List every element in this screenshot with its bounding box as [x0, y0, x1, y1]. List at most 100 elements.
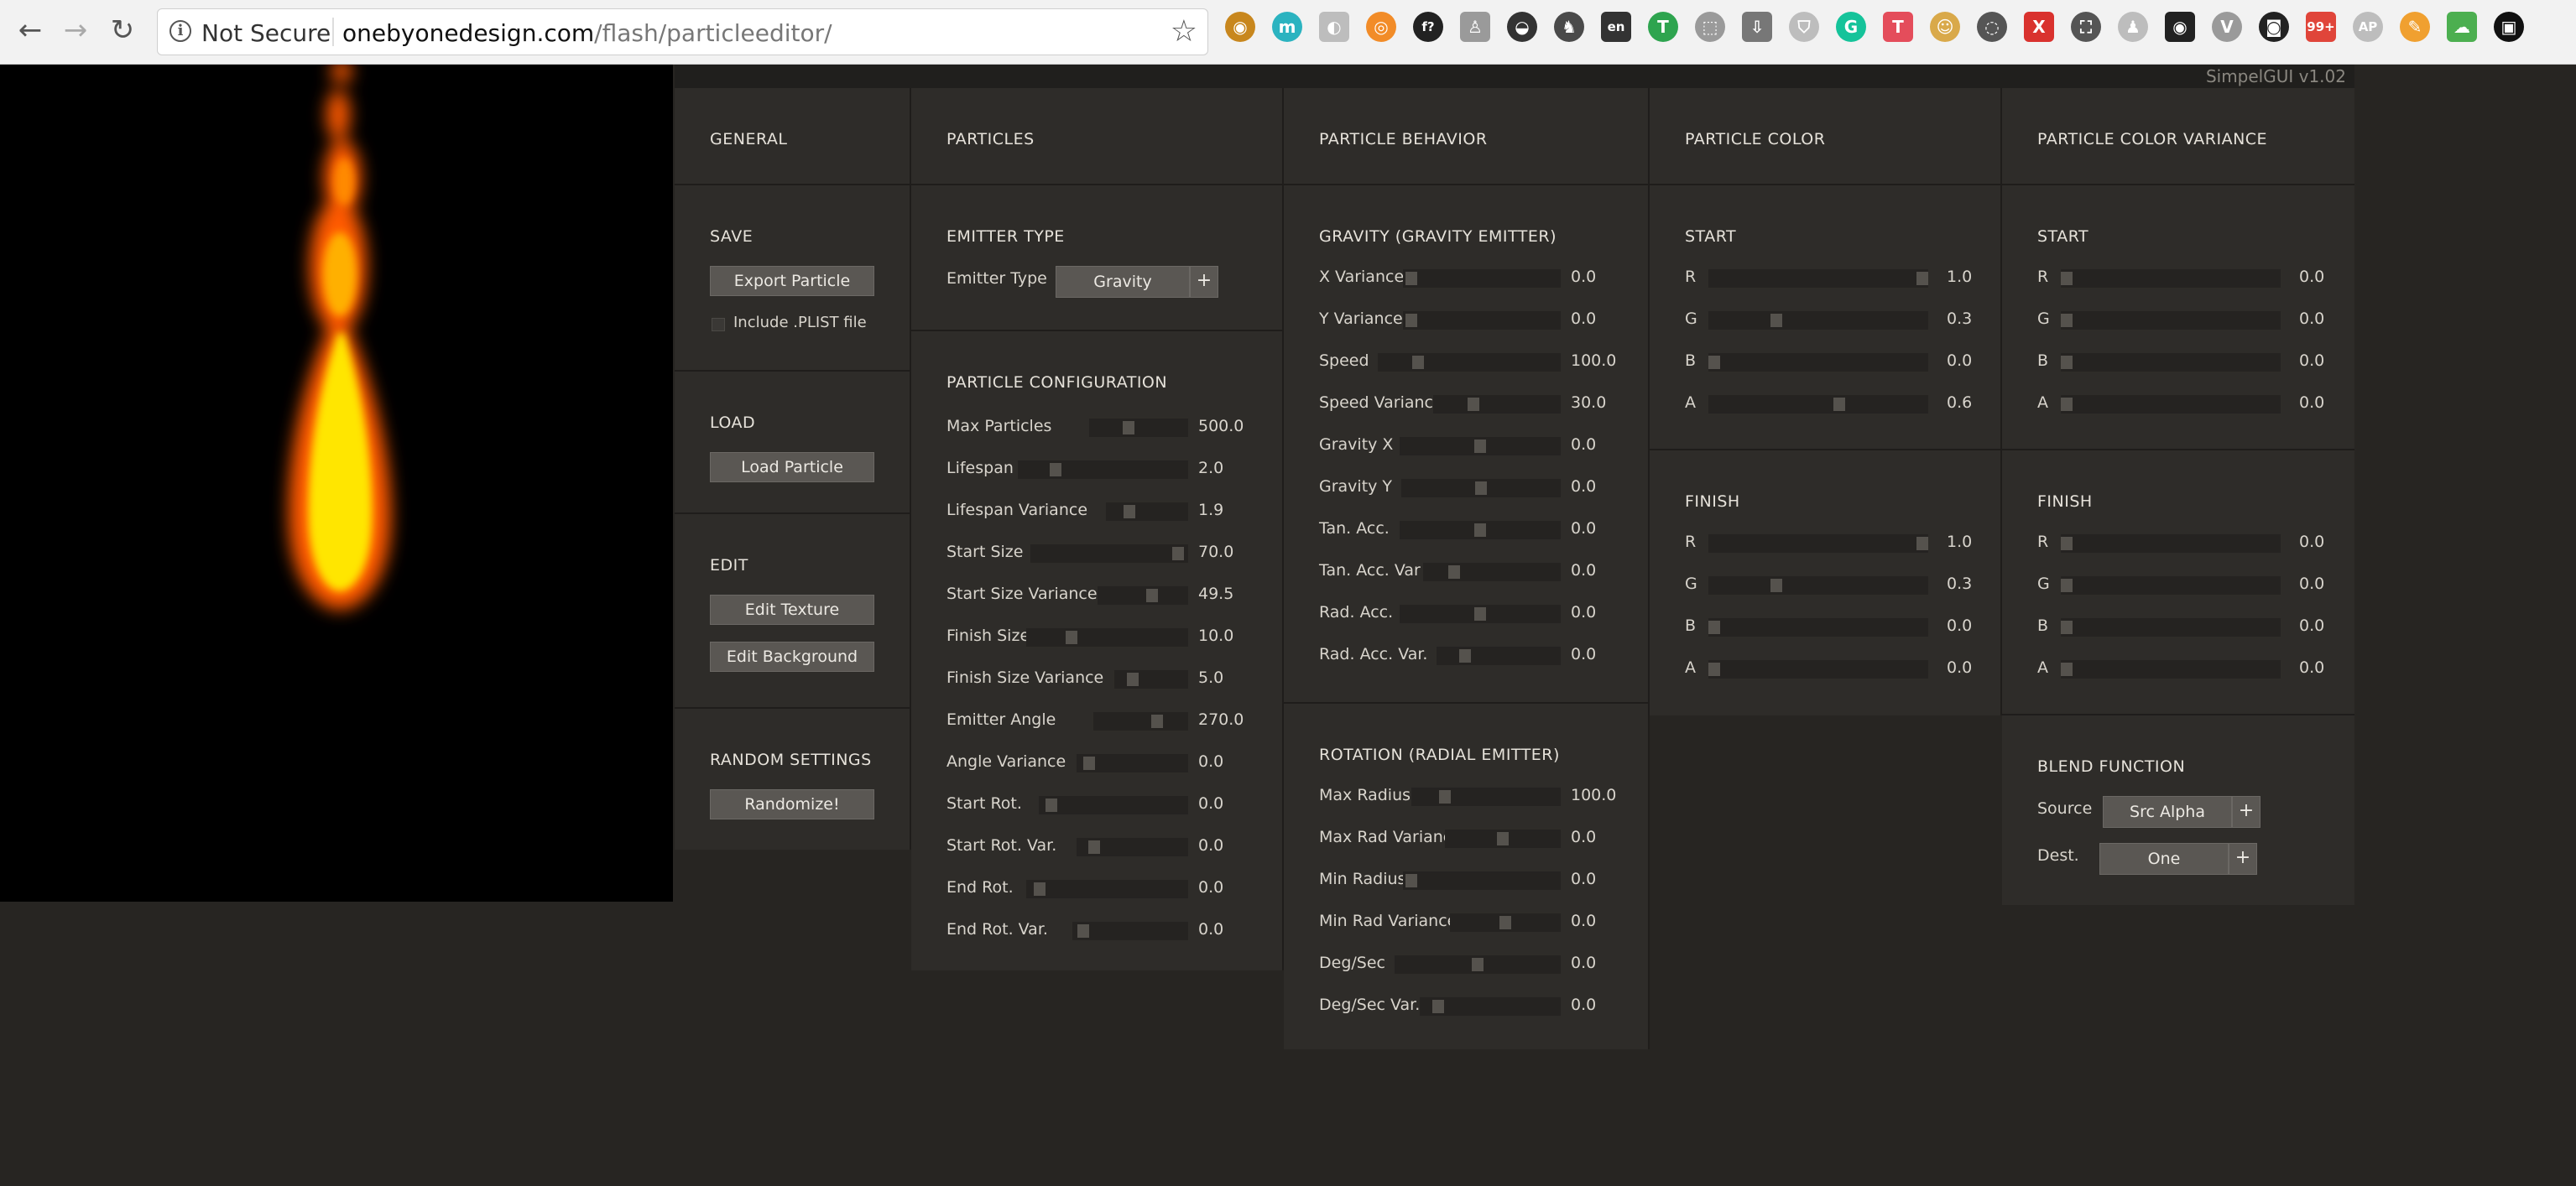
particles-lifespan-variance-slider[interactable] [1106, 502, 1188, 521]
variance-finish-r-slider-handle[interactable] [2061, 537, 2073, 550]
blend-dest-toggle-button[interactable]: + [2229, 843, 2257, 875]
shield-ext-icon[interactable]: ⛉ [1789, 12, 1819, 42]
variance-finish-b-slider-handle[interactable] [2061, 621, 2073, 634]
color-start-r-slider-handle[interactable] [1916, 272, 1928, 285]
emitter-type-select[interactable]: Gravity [1056, 266, 1190, 298]
variance-finish-g-slider[interactable] [2061, 576, 2281, 595]
particles-start-rot-slider[interactable] [1039, 796, 1188, 814]
arrow-right-icon[interactable]: → [59, 13, 92, 47]
gravity-y-variance-slider-handle[interactable] [1405, 314, 1417, 327]
star-icon[interactable]: ☆ [1171, 14, 1197, 49]
particles-start-rot-var-slider-handle[interactable] [1088, 840, 1100, 854]
rotation-max-radius-slider-handle[interactable] [1439, 790, 1451, 804]
shield-t-ext-icon[interactable]: T [1648, 12, 1678, 42]
gravity-y-variance-slider[interactable] [1403, 311, 1561, 330]
cloud-ext-icon[interactable]: ☁ [2447, 12, 2477, 42]
variance-start-g-slider-handle[interactable] [2061, 314, 2073, 327]
blend-source-select[interactable]: Src Alpha [2103, 796, 2232, 828]
target-ext-icon[interactable]: ◎ [1366, 12, 1396, 42]
gravity-rad-acc-var-slider-handle[interactable] [1459, 649, 1471, 663]
gravity-speed-slider-handle[interactable] [1412, 356, 1424, 369]
gravity-gravity-x-slider[interactable] [1400, 437, 1561, 455]
download-ext-icon[interactable]: ⇩ [1742, 12, 1772, 42]
gravity-x-variance-slider[interactable] [1403, 269, 1561, 288]
variance-finish-a-slider[interactable] [2061, 660, 2281, 679]
color-start-b-slider[interactable] [1708, 353, 1928, 372]
variance-finish-g-slider-handle[interactable] [2061, 579, 2073, 592]
gift-ext-icon[interactable]: 99+ [2306, 12, 2336, 42]
rotation-max-rad-variance-slider-handle[interactable] [1497, 832, 1509, 845]
edit-background-button[interactable]: Edit Background [710, 642, 874, 672]
particles-end-rot-slider-handle[interactable] [1034, 882, 1046, 896]
include-plist-checkbox[interactable] [712, 318, 725, 331]
gravity-tan-acc-var-slider-handle[interactable] [1448, 565, 1460, 579]
variance-start-g-slider[interactable] [2061, 311, 2281, 330]
randomize-button[interactable]: Randomize! [710, 789, 874, 819]
variance-start-r-slider-handle[interactable] [2061, 272, 2073, 285]
gravity-speed-slider[interactable] [1378, 353, 1561, 372]
ap-ext-icon[interactable]: AP [2353, 12, 2383, 42]
rotation-min-radius-slider-handle[interactable] [1405, 874, 1417, 887]
particles-end-rot-var-slider-handle[interactable] [1077, 924, 1089, 938]
particles-finish-size-slider-handle[interactable] [1066, 631, 1077, 644]
variance-start-a-slider[interactable] [2061, 395, 2281, 414]
particles-max-particles-slider[interactable] [1089, 419, 1188, 437]
gravity-tan-acc-slider[interactable] [1400, 521, 1561, 539]
info-icon[interactable]: i [169, 20, 191, 42]
feather-ext-icon[interactable]: ◐ [1319, 12, 1349, 42]
color-finish-r-slider[interactable] [1708, 534, 1928, 553]
color-finish-g-slider[interactable] [1708, 576, 1928, 595]
address-bar[interactable]: i Not Secure onebyonedesign.com/flash/pa… [157, 8, 1208, 55]
rotation-deg-sec-var-slider-handle[interactable] [1432, 1000, 1444, 1013]
rotation-deg-sec-slider-handle[interactable] [1472, 958, 1484, 971]
particles-lifespan-variance-slider-handle[interactable] [1124, 505, 1135, 518]
color-finish-a-slider-handle[interactable] [1708, 663, 1720, 676]
gravity-rad-acc-slider[interactable] [1400, 605, 1561, 623]
color-start-b-slider-handle[interactable] [1708, 356, 1720, 369]
particles-angle-variance-slider-handle[interactable] [1083, 757, 1095, 770]
particles-angle-variance-slider[interactable] [1077, 754, 1188, 772]
user-ext-icon[interactable]: ♟ [2118, 12, 2148, 42]
particles-finish-size-slider[interactable] [1026, 628, 1188, 647]
variance-start-b-slider[interactable] [2061, 353, 2281, 372]
gravity-x-variance-slider-handle[interactable] [1405, 272, 1417, 285]
color-start-g-slider[interactable] [1708, 311, 1928, 330]
glasses-ext-icon[interactable]: ◙ [2259, 12, 2289, 42]
square-ext-icon[interactable]: ▣ [2494, 12, 2524, 42]
variance-finish-b-slider[interactable] [2061, 618, 2281, 637]
elephant-ext-icon[interactable]: ♞ [1554, 12, 1584, 42]
load-particle-button[interactable]: Load Particle [710, 452, 874, 482]
rotation-max-rad-variance-slider[interactable] [1445, 830, 1561, 848]
gravity-tan-acc-var-slider[interactable] [1423, 563, 1561, 581]
emitter-type-toggle-button[interactable]: + [1190, 266, 1218, 298]
x-ext-icon[interactable]: X [2024, 12, 2054, 42]
particles-lifespan-slider[interactable] [1018, 460, 1188, 479]
gravity-gravity-x-slider-handle[interactable] [1474, 440, 1486, 453]
particles-max-particles-slider-handle[interactable] [1123, 421, 1134, 434]
reload-icon[interactable]: ↻ [106, 13, 139, 47]
t-red-ext-icon[interactable]: T [1883, 12, 1913, 42]
blend-source-toggle-button[interactable]: + [2232, 796, 2261, 828]
color-finish-b-slider-handle[interactable] [1708, 621, 1720, 634]
grammarly-ext-icon[interactable]: G [1836, 12, 1866, 42]
gravity-gravity-y-slider[interactable] [1401, 479, 1561, 497]
edit-texture-button[interactable]: Edit Texture [710, 595, 874, 625]
color-finish-a-slider[interactable] [1708, 660, 1928, 679]
color-finish-b-slider[interactable] [1708, 618, 1928, 637]
url-text[interactable]: onebyonedesign.com/flash/particleeditor/ [342, 19, 832, 47]
frame-ext-icon[interactable]: ⛶ [2071, 12, 2101, 42]
color-start-a-slider[interactable] [1708, 395, 1928, 414]
particles-start-size-variance-slider-handle[interactable] [1146, 589, 1158, 602]
m-ext-icon[interactable]: m [1272, 12, 1302, 42]
color-finish-r-slider-handle[interactable] [1916, 537, 1928, 550]
particles-lifespan-slider-handle[interactable] [1050, 463, 1061, 476]
rotation-max-radius-slider[interactable] [1411, 788, 1561, 806]
gravity-rad-acc-slider-handle[interactable] [1474, 607, 1486, 621]
arrow-left-icon[interactable]: ← [13, 13, 47, 47]
particles-emitter-angle-slider[interactable] [1093, 712, 1188, 731]
gravity-gravity-y-slider-handle[interactable] [1475, 481, 1487, 495]
gravity-speed-variance-slider[interactable] [1433, 395, 1561, 414]
variance-start-r-slider[interactable] [2061, 269, 2281, 288]
particles-start-rot-slider-handle[interactable] [1046, 798, 1057, 812]
pencil-ext-icon[interactable]: ✎ [2400, 12, 2430, 42]
